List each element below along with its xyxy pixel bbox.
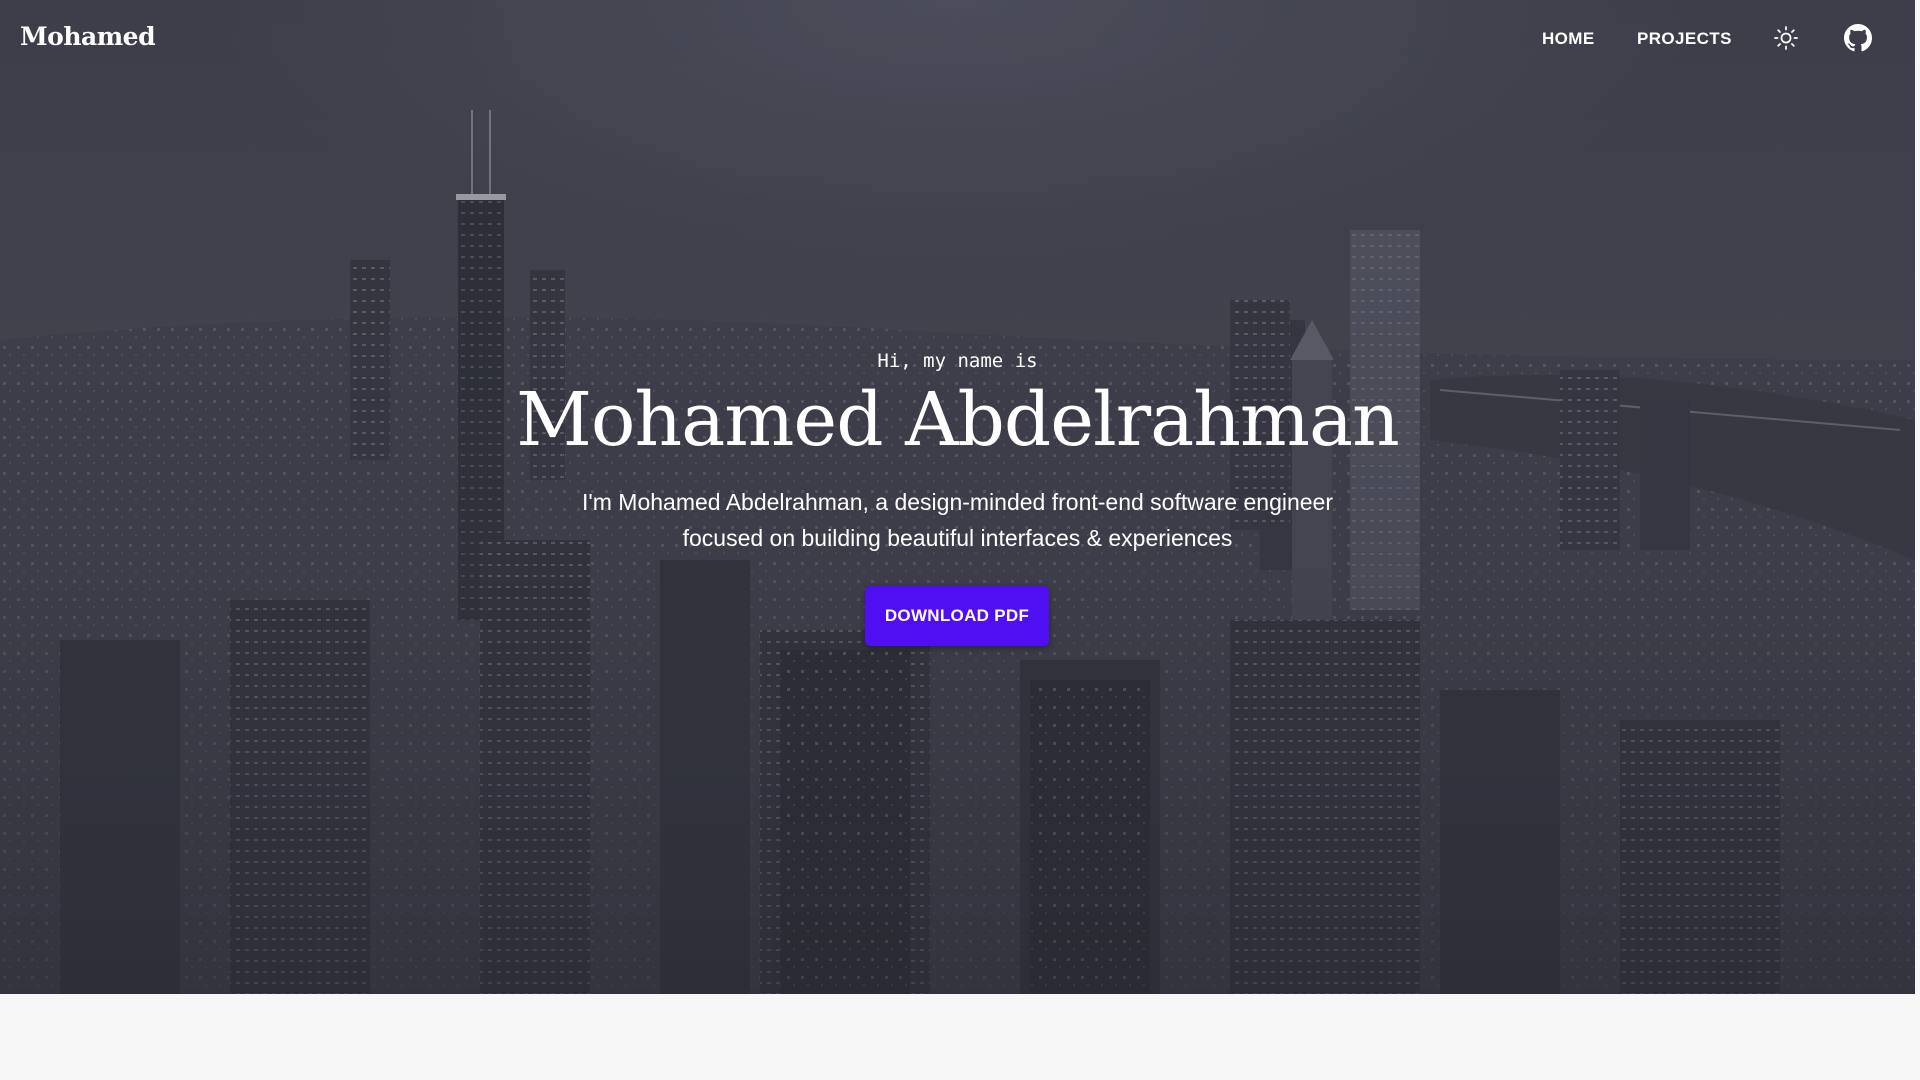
hero-name-heading: Mohamed Abdelrahman (516, 377, 1400, 463)
page-below-hero (0, 994, 1920, 1080)
hero-tagline: I'm Mohamed Abdelrahman, a design-minded… (0, 484, 1915, 556)
page: Mohamed HOME PROJECTS Hi, my name is Moh… (0, 0, 1920, 1080)
hero-content: Hi, my name is Mohamed Abdelrahman I'm M… (0, 0, 1915, 994)
download-pdf-button[interactable]: DOWNLOAD PDF (865, 586, 1049, 646)
hero-section: Mohamed HOME PROJECTS Hi, my name is Moh… (0, 0, 1915, 994)
hero-tagline-line-1: I'm Mohamed Abdelrahman, a design-minded… (581, 489, 1334, 515)
hero-greeting: Hi, my name is (877, 350, 1038, 372)
scrollbar-track[interactable] (1915, 0, 1920, 994)
hero-tagline-line-2: focused on building beautiful interfaces… (682, 525, 1233, 551)
